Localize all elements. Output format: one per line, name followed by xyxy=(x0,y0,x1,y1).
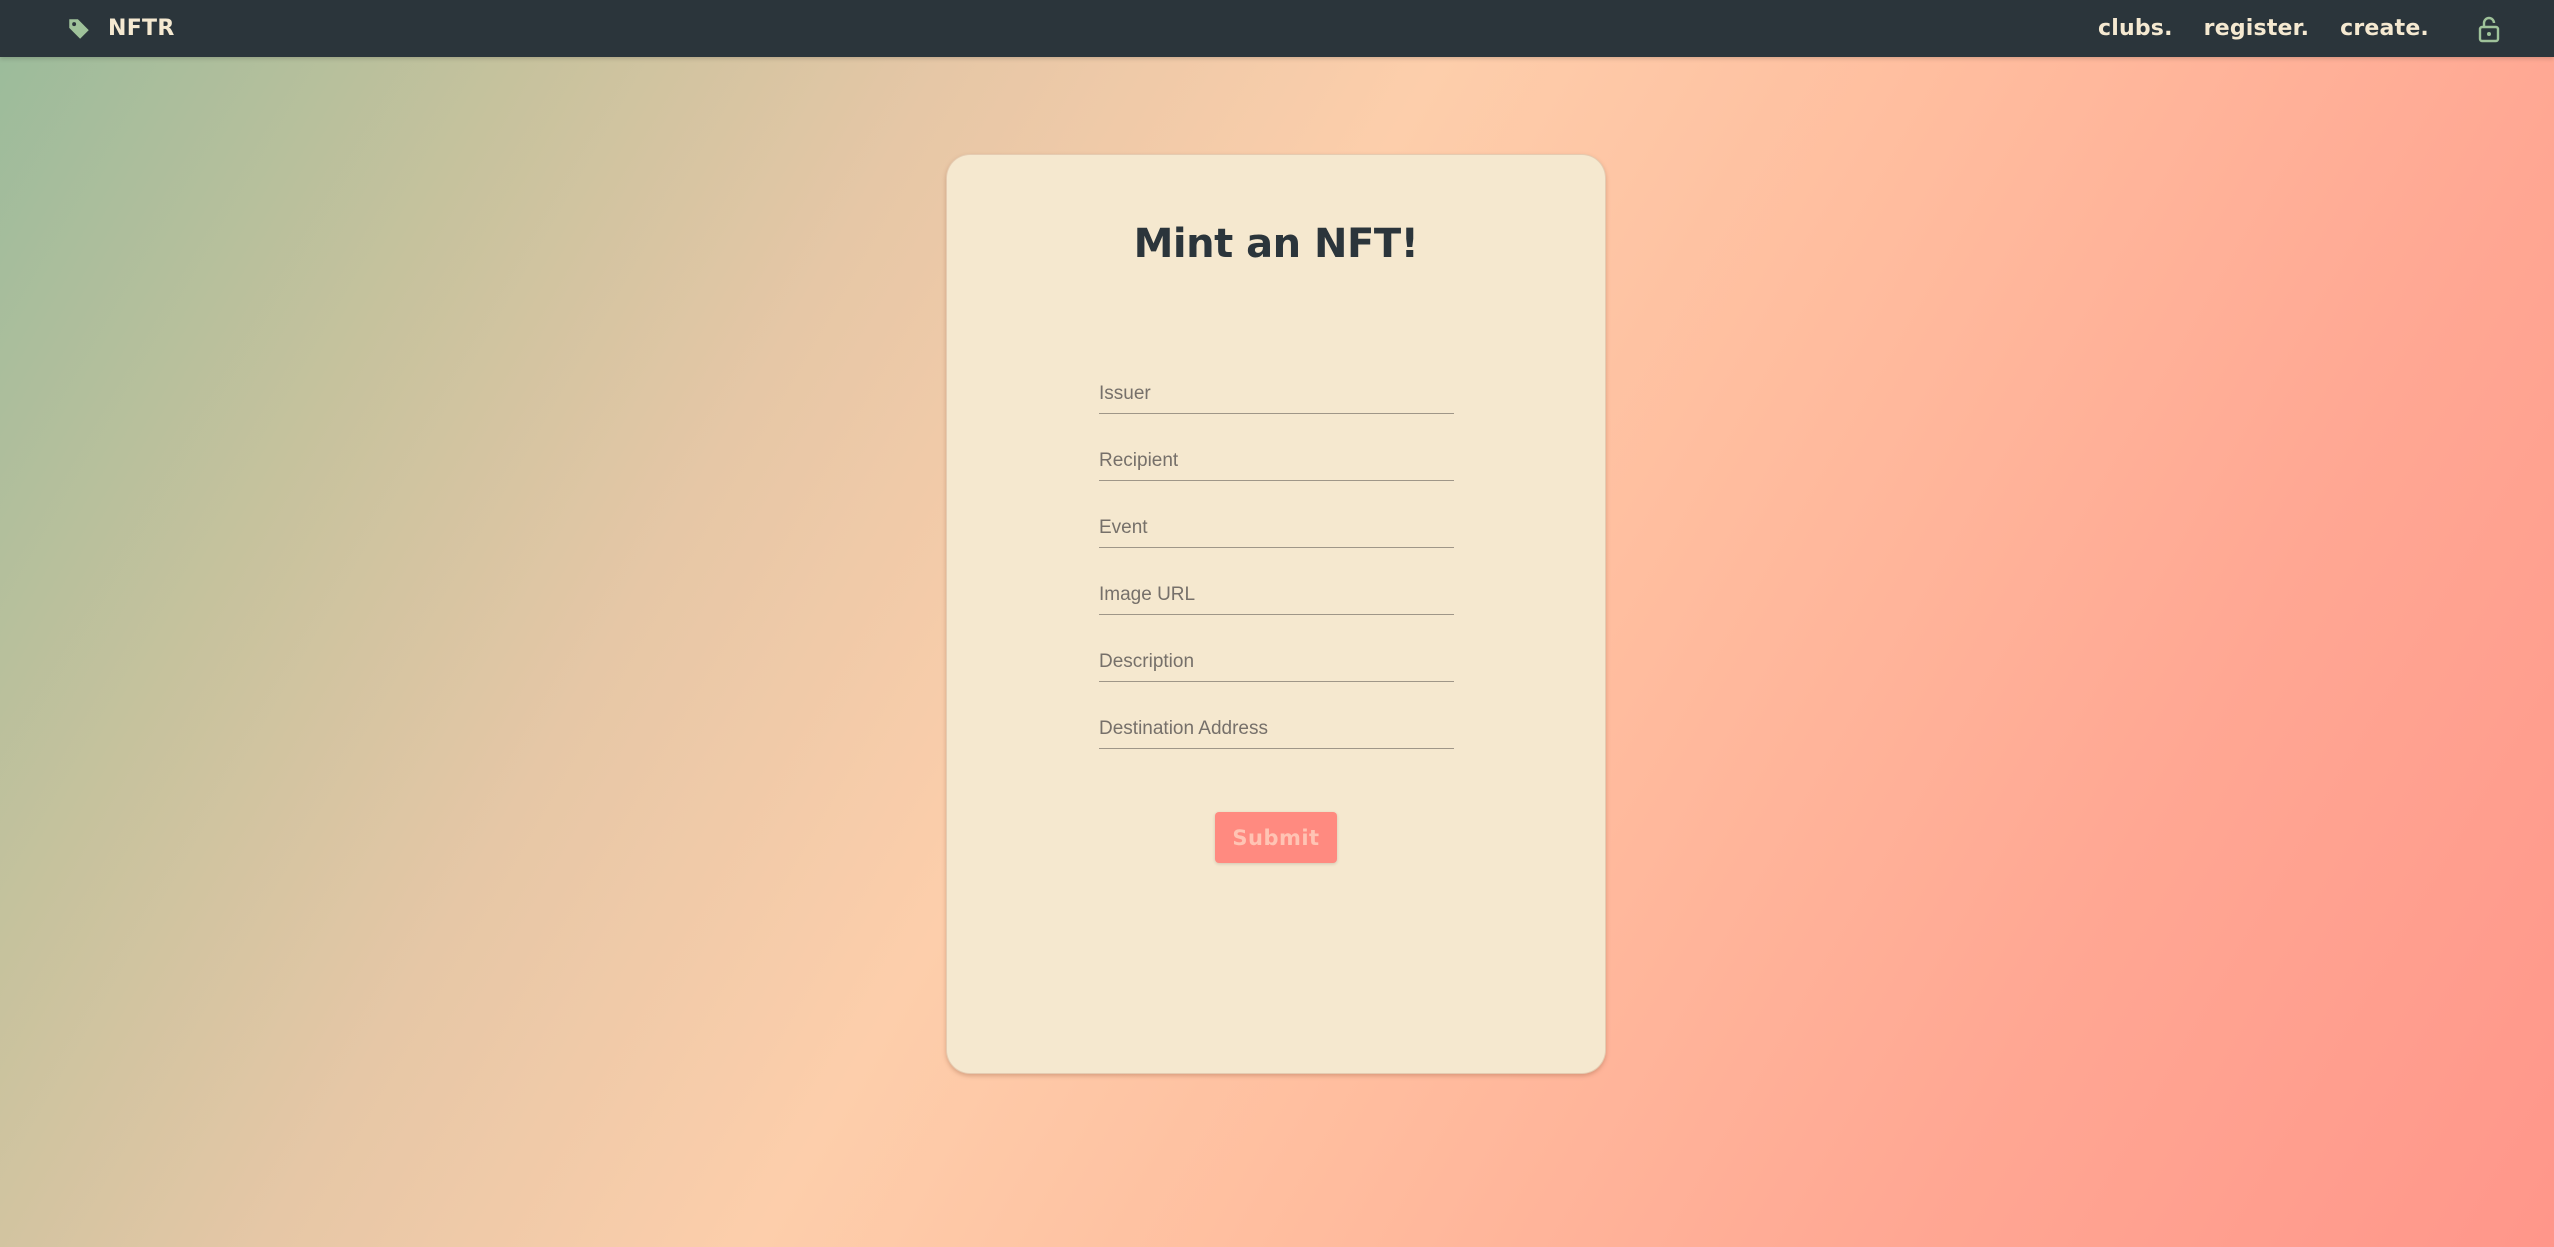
issuer-input[interactable] xyxy=(1099,374,1454,414)
event-field xyxy=(1099,484,1454,551)
nav-link-register[interactable]: register. xyxy=(2204,16,2309,41)
image-url-field xyxy=(1099,551,1454,618)
description-input[interactable] xyxy=(1099,642,1454,682)
top-navbar: NFTR clubs. register. create. xyxy=(0,0,2554,57)
recipient-field xyxy=(1099,417,1454,484)
brand[interactable]: NFTR xyxy=(66,0,175,57)
mint-form-card: Mint an NFT! Submit xyxy=(946,154,1606,1074)
tag-icon xyxy=(69,18,89,39)
nav-link-create[interactable]: create. xyxy=(2340,16,2429,41)
description-field xyxy=(1099,618,1454,685)
destination-address-field xyxy=(1099,685,1454,752)
recipient-input[interactable] xyxy=(1099,441,1454,481)
destination-address-input[interactable] xyxy=(1099,709,1454,749)
form-fields xyxy=(1099,350,1454,752)
lock-icon[interactable] xyxy=(2477,15,2501,43)
issuer-field xyxy=(1099,350,1454,417)
event-input[interactable] xyxy=(1099,508,1454,548)
submit-button[interactable]: Submit xyxy=(1215,812,1337,863)
image-url-input[interactable] xyxy=(1099,575,1454,615)
nav-link-clubs[interactable]: clubs. xyxy=(2098,16,2173,41)
brand-name[interactable]: NFTR xyxy=(108,16,175,41)
form-title: Mint an NFT! xyxy=(1133,221,1419,267)
nav-links: clubs. register. create. xyxy=(2098,0,2554,57)
